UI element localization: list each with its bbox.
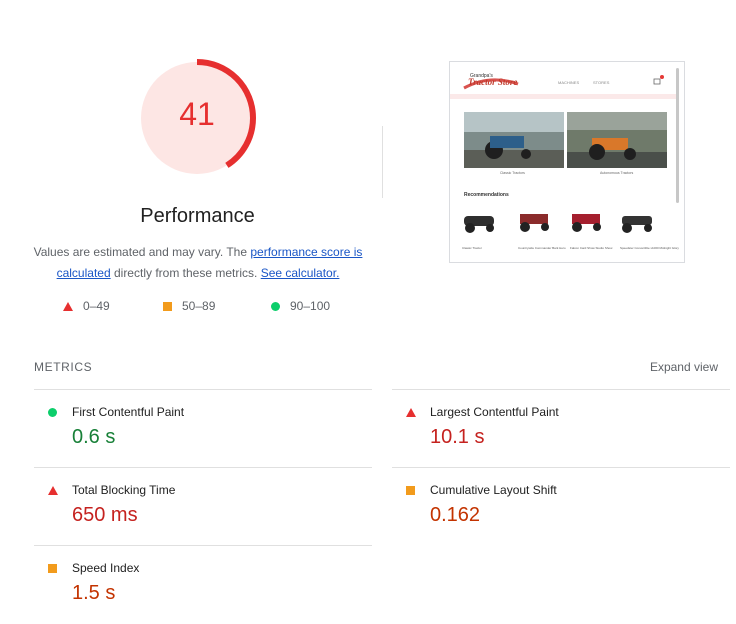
square-icon (406, 486, 415, 495)
legend-poor: 0–49 (63, 298, 110, 314)
svg-text:Autonomous Tractors: Autonomous Tractors (600, 171, 634, 175)
circle-icon (48, 408, 57, 417)
legend-average: 50–89 (163, 298, 215, 314)
metric-value: 1.5 s (72, 582, 116, 604)
svg-text:MACHINES: MACHINES (558, 80, 579, 85)
screenshot-logo: Tractor Store (468, 77, 517, 87)
calculator-link[interactable]: See calculator. (261, 266, 340, 280)
triangle-icon (48, 486, 58, 495)
square-icon (163, 301, 172, 311)
square-icon (48, 564, 57, 573)
metric-value: 0.6 s (72, 426, 116, 448)
svg-text:Speedster Convertible x1000 Mi: Speedster Convertible x1000 Midnight Glo… (620, 246, 679, 250)
circle-icon (271, 301, 280, 311)
score-value: 41 (179, 96, 215, 132)
metric-value: 650 ms (72, 504, 138, 526)
metric-name: Cumulative Layout Shift (430, 483, 557, 497)
metric-name: Speed Index (72, 561, 140, 575)
expand-view-toggle[interactable]: Expand view (650, 360, 718, 374)
final-screenshot[interactable]: Grandpa's Tractor Store MACHINES STORES … (449, 61, 685, 263)
metric-name: Total Blocking Time (72, 483, 176, 497)
vertical-divider (382, 126, 383, 198)
svg-text:Classic Tractors: Classic Tractors (500, 171, 525, 175)
svg-text:STORES: STORES (593, 80, 610, 85)
svg-text:Classic Tractor: Classic Tractor (462, 246, 482, 250)
metric-name: Largest Contentful Paint (430, 405, 559, 419)
category-description: Values are estimated and may vary. The p… (33, 245, 363, 280)
metric-cumulative-layout-shift: Cumulative Layout Shift 0.162 (392, 467, 730, 546)
metric-largest-contentful-paint: Largest Contentful Paint 10.1 s (392, 389, 730, 468)
svg-text:Falcon Card Show Studio Show: Falcon Card Show Studio Show (570, 246, 613, 250)
svg-text:Countryside Commander Bark Her: Countryside Commander Bark Hero (518, 246, 566, 250)
category-title: Performance (140, 205, 255, 227)
metric-value: 10.1 s (430, 426, 485, 448)
legend-good: 90–100 (271, 298, 330, 314)
metric-first-contentful-paint: First Contentful Paint 0.6 s (34, 389, 372, 468)
svg-text:Recommendations: Recommendations (464, 192, 509, 198)
metric-name: First Contentful Paint (72, 405, 185, 419)
metrics-heading: METRICS (34, 360, 93, 374)
metric-value: 0.162 (430, 504, 481, 526)
metric-speed-index: Speed Index 1.5 s (34, 545, 372, 624)
screenshot-image: Grandpa's Tractor Store MACHINES STORES … (450, 62, 684, 262)
triangle-icon (406, 408, 416, 417)
metric-total-blocking-time: Total Blocking Time 650 ms (34, 467, 372, 546)
triangle-icon (63, 301, 73, 311)
